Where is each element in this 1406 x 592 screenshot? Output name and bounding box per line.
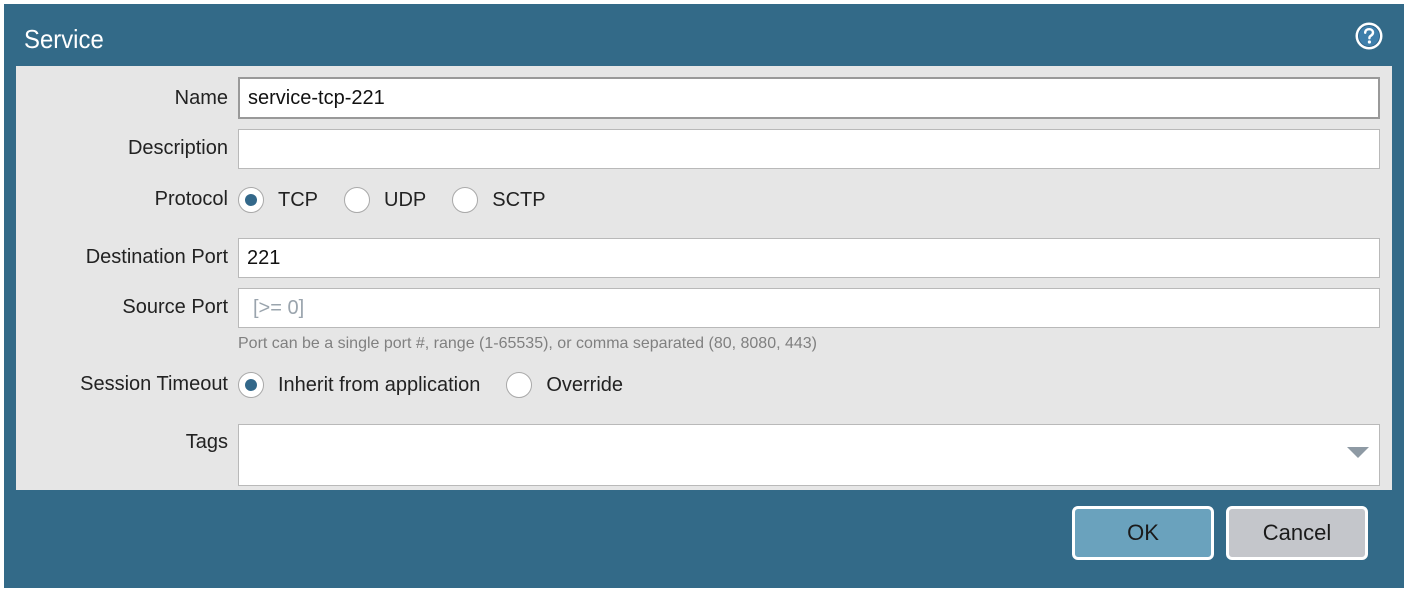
cancel-button[interactable]: Cancel xyxy=(1226,506,1368,560)
protocol-option-sctp[interactable]: SCTP xyxy=(452,187,546,213)
ok-button[interactable]: OK xyxy=(1072,506,1214,560)
session-timeout-label: Session Timeout xyxy=(80,373,228,395)
session-timeout-override-label: Override xyxy=(546,373,624,396)
protocol-sctp-label: SCTP xyxy=(492,188,546,211)
tags-label: Tags xyxy=(185,431,228,453)
name-input[interactable] xyxy=(238,77,1380,119)
radio-unselected-icon[interactable] xyxy=(452,187,479,213)
destination-port-label: Destination Port xyxy=(85,246,228,268)
chevron-down-icon[interactable] xyxy=(1347,447,1369,458)
tags-input[interactable] xyxy=(238,424,1380,486)
description-label: Description xyxy=(127,137,228,159)
description-input[interactable] xyxy=(238,129,1380,169)
destination-port-input[interactable] xyxy=(238,238,1380,278)
protocol-tcp-label: TCP xyxy=(278,188,318,211)
protocol-option-tcp[interactable]: TCP xyxy=(238,187,318,213)
protocol-udp-label: UDP xyxy=(384,188,427,211)
radio-unselected-icon[interactable] xyxy=(506,372,533,398)
session-timeout-option-override[interactable]: Override xyxy=(506,372,623,398)
radio-selected-icon[interactable] xyxy=(238,187,264,213)
session-timeout-option-inherit[interactable]: Inherit from application xyxy=(238,372,480,398)
name-label: Name xyxy=(174,87,228,109)
radio-selected-icon[interactable] xyxy=(238,372,264,398)
source-port-hint: Port can be a single port #, range (1-65… xyxy=(238,335,818,352)
protocol-radio-group: TCP UDP SCTP xyxy=(238,185,572,215)
source-port-input[interactable] xyxy=(238,288,1380,328)
service-dialog: Service Name Description Protocol TCP UD… xyxy=(4,4,1404,588)
protocol-option-udp[interactable]: UDP xyxy=(344,187,426,213)
dialog-titlebar: Service xyxy=(4,4,1404,66)
dialog-title: Service xyxy=(24,24,104,54)
radio-unselected-icon[interactable] xyxy=(344,187,370,213)
protocol-label: Protocol xyxy=(154,188,228,210)
session-timeout-inherit-label: Inherit from application xyxy=(278,373,481,396)
session-timeout-radio-group: Inherit from application Override xyxy=(238,370,649,400)
form-panel: Name Description Protocol TCP UDP SCTP D… xyxy=(16,66,1392,490)
source-port-label: Source Port xyxy=(122,296,228,318)
help-circle-icon[interactable] xyxy=(1354,21,1384,51)
